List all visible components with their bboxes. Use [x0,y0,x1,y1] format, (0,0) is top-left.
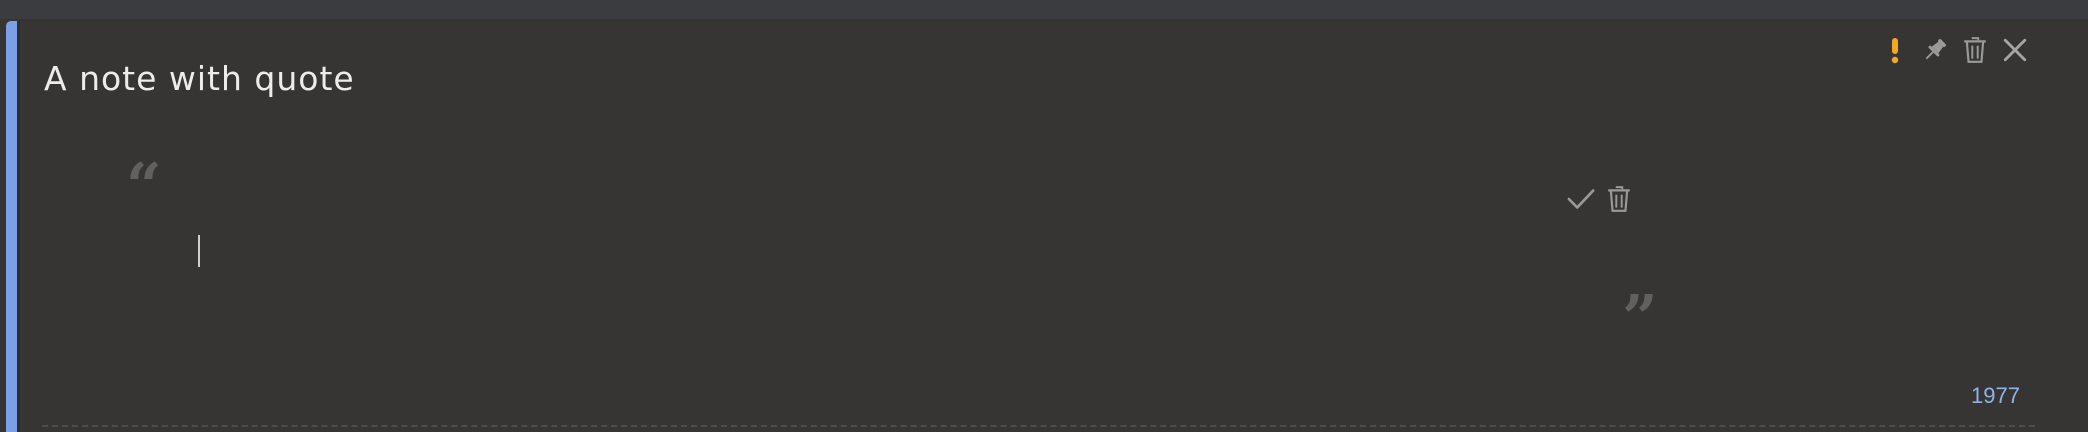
character-count: 1977 [1971,383,2020,408]
confirm-quote-button[interactable] [1566,184,1596,214]
priority-button[interactable] [1880,35,1910,65]
trash-icon [1964,37,1986,63]
note-card: A note with quote “ ” 1977 [0,19,2088,432]
note-color-bar-shadow [17,21,20,432]
pin-icon [1925,38,1947,60]
close-quote-mark: ” [1622,281,1658,354]
note-toolbar [1880,35,2030,65]
bottom-divider [42,425,2035,427]
text-caret [198,235,200,267]
note-color-bar [6,21,17,432]
quote-actions [1566,184,1634,214]
quote-block: “ ” [120,155,1670,359]
pin-button[interactable] [1920,35,1950,65]
delete-quote-button[interactable] [1604,184,1634,214]
open-quote-mark: “ [126,149,162,222]
checkmark-icon [1567,189,1595,209]
exclamation-icon [1891,38,1899,64]
delete-note-button[interactable] [1960,35,1990,65]
close-button[interactable] [2000,35,2030,65]
close-icon [2003,38,2027,62]
top-strip [0,0,2088,19]
trash-icon [1608,186,1630,212]
quote-input[interactable] [192,231,1496,273]
note-title[interactable]: A note with quote [44,59,355,98]
